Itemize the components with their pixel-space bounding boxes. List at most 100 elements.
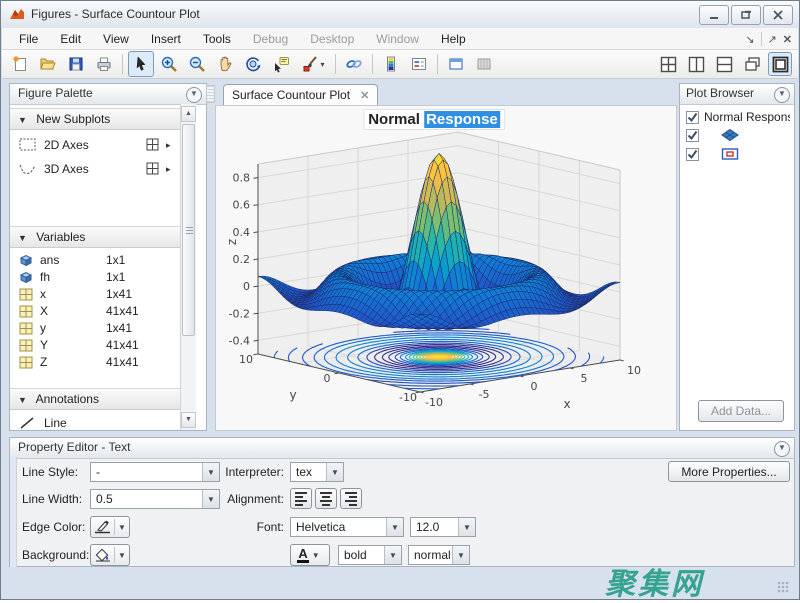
tabbar-grip[interactable]	[206, 85, 215, 103]
resize-grip[interactable]	[777, 581, 789, 593]
figure-palette-menu-button[interactable]: ▼	[186, 87, 202, 103]
font-size-combobox[interactable]: 12.0 ▼	[410, 517, 476, 537]
subplot-grid-icon[interactable]	[146, 138, 160, 152]
scroll-down-icon[interactable]: ▼	[181, 412, 196, 428]
background-color-button[interactable]: ▼	[90, 544, 130, 566]
brush-data-icon	[301, 55, 319, 73]
align-left-button[interactable]	[290, 488, 312, 509]
menubar-close-icon[interactable]: ✕	[783, 33, 792, 46]
save-figure-button[interactable]	[63, 51, 89, 77]
plot-title[interactable]: Normal Response	[363, 109, 505, 130]
brush-data-button[interactable]: ▾	[296, 51, 330, 77]
line-width-combobox[interactable]: 0.5 ▼	[90, 489, 220, 509]
font-color-button[interactable]: A ▼	[290, 544, 330, 566]
variable-row-Y[interactable]: Y 41x41	[10, 336, 180, 353]
title-bar[interactable]: Figures - Surface Countour Plot	[1, 1, 799, 29]
plot-browser-menu-button[interactable]: ▼	[774, 87, 790, 103]
menu-debug: Debug	[242, 28, 299, 50]
font-weight-combobox[interactable]: bold ▼	[338, 545, 402, 565]
zoom-in-button[interactable]	[156, 51, 182, 77]
plot-browser-item-contour[interactable]	[686, 147, 739, 161]
2d-axes-icon	[18, 137, 38, 153]
link-plot-button[interactable]	[341, 51, 367, 77]
palette-item-label: 3D Axes	[44, 162, 89, 176]
font-family-combobox[interactable]: Helvetica ▼	[290, 517, 404, 537]
scrollbar-thumb[interactable]	[182, 124, 195, 336]
expand-arrow-icon[interactable]: ▸	[166, 164, 171, 175]
open-file-button[interactable]	[35, 51, 61, 77]
figure-palette-title: Figure Palette	[18, 86, 93, 100]
pan-button[interactable]	[212, 51, 238, 77]
variable-row-X[interactable]: X 41x41	[10, 302, 180, 319]
section-variables[interactable]: ▼ Variables	[10, 226, 180, 248]
property-editor-menu-button[interactable]: ▼	[774, 441, 790, 457]
new-figure-button[interactable]	[7, 51, 33, 77]
variable-row-fh[interactable]: fh 1x1	[10, 268, 180, 285]
interpreter-combobox[interactable]: tex ▼	[290, 462, 344, 482]
more-properties-button[interactable]: More Properties...	[668, 461, 790, 482]
font-angle-combobox[interactable]: normal ▼	[408, 545, 470, 565]
tab-surface-contour-plot[interactable]: Surface Countour Plot ✕	[223, 84, 378, 105]
checkbox-checked-icon[interactable]	[686, 111, 699, 124]
menu-help[interactable]: Help	[430, 28, 477, 50]
align-center-button[interactable]	[315, 488, 337, 509]
close-button[interactable]	[763, 5, 793, 25]
tab-close-icon[interactable]: ✕	[360, 89, 369, 102]
line-width-label: Line Width:	[22, 492, 82, 506]
add-data-button[interactable]: Add Data...	[698, 400, 784, 422]
rotate-3d-button[interactable]	[240, 51, 266, 77]
align-right-button[interactable]	[340, 488, 362, 509]
palette-item-3d-axes[interactable]: 3D Axes ▸	[10, 158, 180, 180]
layout-float-button[interactable]	[740, 52, 764, 76]
surface-marker-icon	[721, 128, 739, 142]
restore-button[interactable]	[731, 5, 761, 25]
menu-view[interactable]: View	[92, 28, 140, 50]
variable-row-y[interactable]: y 1x41	[10, 319, 180, 336]
variable-row-Z[interactable]: Z 41x41	[10, 353, 180, 370]
data-cursor-button[interactable]	[268, 51, 294, 77]
contour-marker-icon	[721, 147, 739, 161]
plot-browser-item-figure[interactable]: Normal Response	[686, 110, 790, 124]
layout-maximized-button[interactable]	[768, 52, 792, 76]
checkbox-checked-icon[interactable]	[686, 129, 699, 142]
undock-arrow-icon[interactable]: ↗	[768, 33, 777, 46]
expand-arrow-icon[interactable]: ▸	[166, 140, 171, 151]
chevron-down-icon: ▼	[384, 546, 401, 564]
figure-canvas[interactable]: -10-50510-10010-0.4-0.200.20.40.60.8xyz …	[215, 105, 677, 431]
brush-dropdown-arrow-icon[interactable]: ▾	[320, 60, 324, 69]
interpreter-value: tex	[291, 463, 326, 481]
section-annotations[interactable]: ▼ Annotations	[10, 388, 180, 410]
subplot-grid-icon[interactable]	[146, 162, 160, 176]
link-plot-icon	[345, 55, 363, 73]
scroll-up-icon[interactable]: ▲	[181, 106, 196, 122]
zoom-out-button[interactable]	[184, 51, 210, 77]
checkbox-checked-icon[interactable]	[686, 148, 699, 161]
insert-colorbar-button[interactable]	[378, 51, 404, 77]
variable-row-ans[interactable]: ans 1x1	[10, 251, 180, 268]
edit-plot-button[interactable]	[128, 51, 154, 77]
hide-plot-tools-button[interactable]	[443, 51, 469, 77]
palette-item-2d-axes[interactable]: 2D Axes ▸	[10, 134, 180, 156]
surface-contour-plot[interactable]: -10-50510-10010-0.4-0.200.20.40.60.8xyz	[216, 106, 678, 432]
edge-color-button[interactable]: ▼	[90, 516, 130, 538]
menu-insert[interactable]: Insert	[140, 28, 192, 50]
figure-palette-scrollbar[interactable]: ▲ ▼	[180, 104, 196, 430]
menu-tools[interactable]: Tools	[192, 28, 242, 50]
menu-file[interactable]: File	[8, 28, 49, 50]
line-style-combobox[interactable]: - ▼	[90, 462, 220, 482]
annotation-item-line[interactable]: Line	[10, 412, 180, 430]
plot-browser-item-surface[interactable]	[686, 128, 739, 142]
variable-row-x[interactable]: x 1x41	[10, 285, 180, 302]
layout-grid-2x2-button[interactable]	[656, 52, 680, 76]
layout-split-vertical-button[interactable]	[684, 52, 708, 76]
insert-legend-button[interactable]	[406, 51, 432, 77]
open-file-icon	[39, 55, 57, 73]
chevron-down-icon: ▼	[386, 518, 403, 536]
layout-split-horizontal-button[interactable]	[712, 52, 736, 76]
menu-edit[interactable]: Edit	[49, 28, 92, 50]
plot-tools-extra-icon	[475, 55, 493, 73]
section-new-subplots[interactable]: ▼ New Subplots	[10, 108, 180, 130]
dock-arrow-icon[interactable]: ↘	[745, 33, 754, 46]
minimize-button[interactable]	[699, 5, 729, 25]
print-figure-button[interactable]	[91, 51, 117, 77]
